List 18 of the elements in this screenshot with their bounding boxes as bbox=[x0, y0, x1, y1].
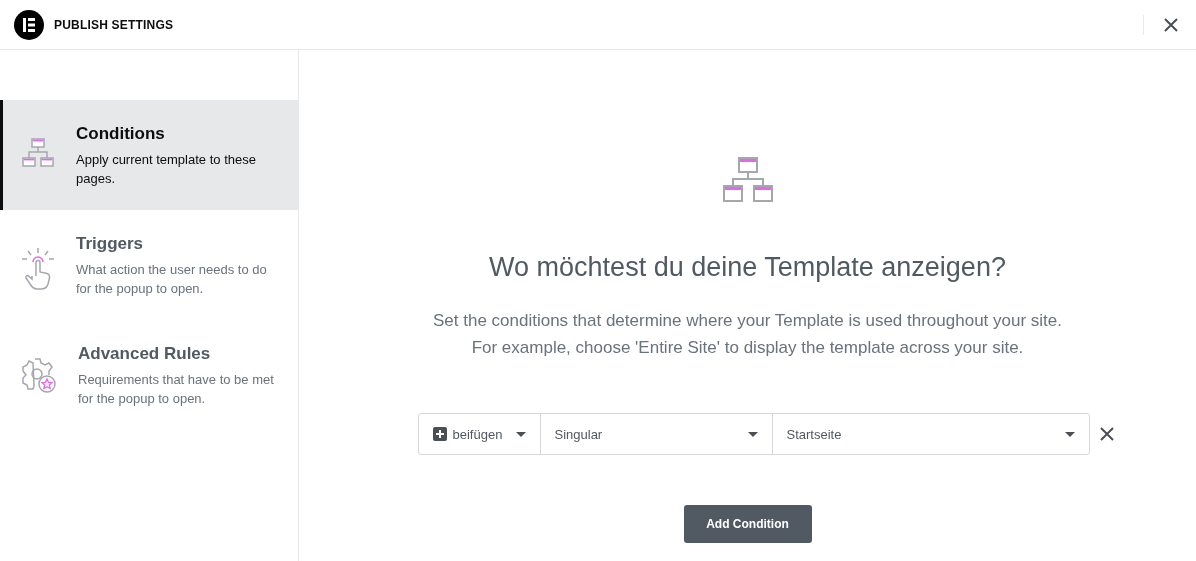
logo-icon bbox=[14, 9, 44, 40]
description-text: For example, choose 'Entire Site' to display the template across your site. bbox=[471, 337, 1024, 359]
tab-description: What action the user needs to do for the popup to open. bbox=[76, 261, 268, 298]
sidebar-tab[interactable]: Advanced Rules Requirements that have to be met for the popup to open. bbox=[0, 320, 298, 430]
tab-title: Conditions bbox=[76, 124, 166, 144]
gear-star-icon bbox=[20, 356, 58, 394]
sitemap-icon bbox=[721, 156, 774, 204]
hand-tap-icon bbox=[20, 246, 56, 292]
tab-description: Apply current template to these pages. bbox=[76, 151, 257, 188]
tab-description: Requirements that have to be met for the popup to open. bbox=[78, 371, 275, 408]
sidebar-tab[interactable]: Triggers What action the user needs to do for the popup to open. bbox=[0, 210, 298, 320]
add-condition-button[interactable]: Add Condition bbox=[683, 505, 812, 543]
dialog-title: PUBLISH SETTINGS bbox=[54, 17, 175, 32]
description-text: Set the conditions that determine where your Template is used throughout your site. bbox=[432, 310, 1063, 332]
heading: Wo möchtest du deine Template anzeigen? bbox=[489, 252, 1006, 283]
tab-title: Advanced Rules bbox=[78, 344, 212, 364]
tab-title: Triggers bbox=[76, 234, 145, 254]
sidebar-tab[interactable]: Conditions Apply current template to these pages. bbox=[0, 100, 298, 210]
